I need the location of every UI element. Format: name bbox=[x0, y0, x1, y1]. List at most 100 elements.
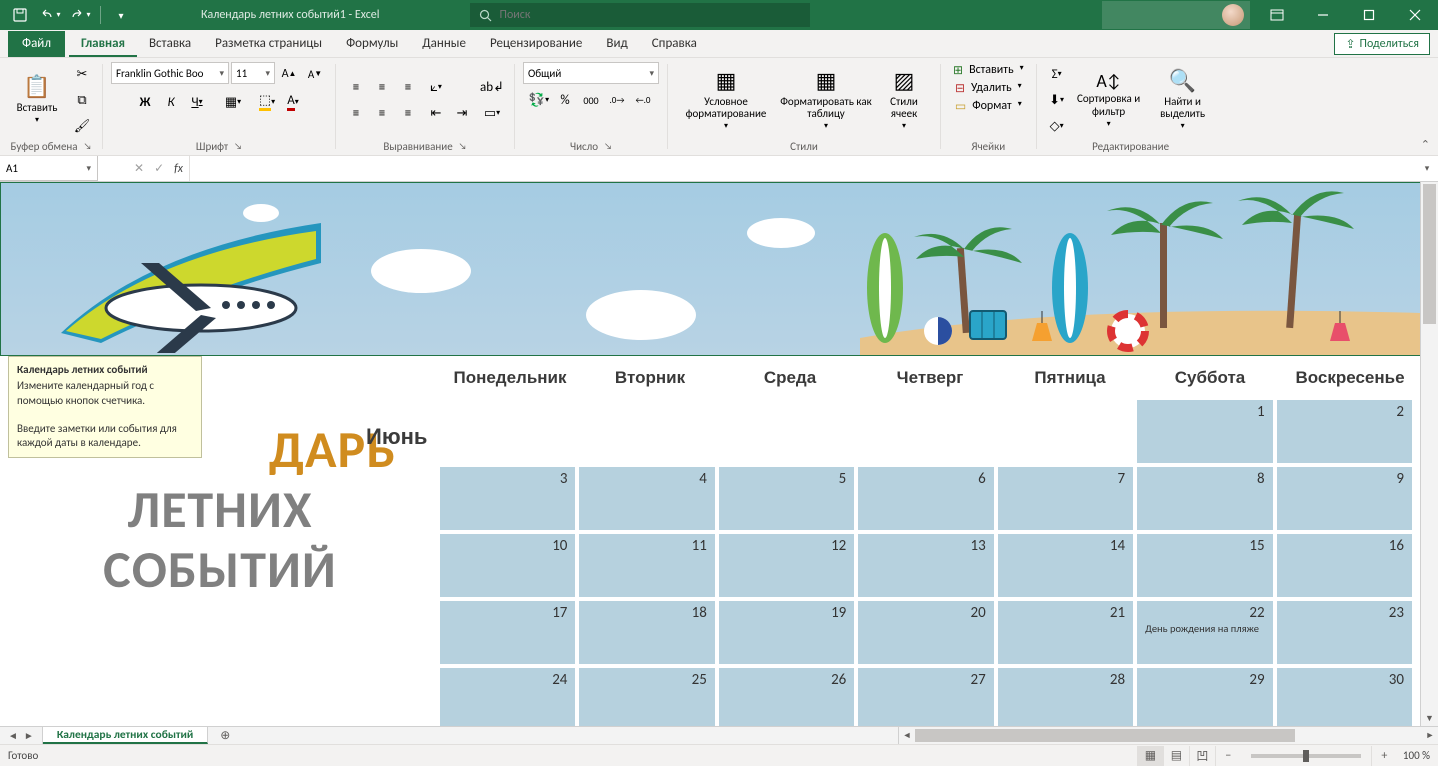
formula-input[interactable] bbox=[190, 156, 1416, 181]
tab-insert[interactable]: Вставка bbox=[137, 31, 203, 57]
find-select-button[interactable]: 🔍 Найти и выделить▾ bbox=[1149, 65, 1217, 135]
scroll-right-icon[interactable]: ► bbox=[1422, 727, 1438, 744]
comma-icon[interactable]: 000 bbox=[579, 88, 603, 112]
horizontal-scrollbar[interactable]: ◄ ► bbox=[898, 727, 1438, 744]
redo-icon[interactable]: ▾ bbox=[66, 2, 94, 28]
italic-icon[interactable]: К bbox=[159, 90, 183, 114]
font-name-combo[interactable]: Franklin Gothic Boo▾ bbox=[111, 62, 229, 84]
calendar-cell[interactable]: 6 bbox=[858, 467, 993, 530]
format-cells-button[interactable]: ▭Формат ▾ bbox=[951, 98, 1026, 115]
expand-formula-bar-icon[interactable]: ▾ bbox=[1416, 156, 1438, 181]
worksheet[interactable]: Календарь летних событий Измените календ… bbox=[0, 182, 1420, 726]
ribbon-display-options-icon[interactable] bbox=[1254, 0, 1300, 30]
page-layout-view-icon[interactable]: ▤ bbox=[1163, 746, 1189, 766]
font-color-icon[interactable]: A▾ bbox=[281, 90, 305, 114]
calendar-cell[interactable]: 18 bbox=[579, 601, 714, 664]
calendar-cell[interactable]: 4 bbox=[579, 467, 714, 530]
close-icon[interactable] bbox=[1392, 0, 1438, 30]
align-middle-icon[interactable]: ≡ bbox=[370, 75, 394, 99]
zoom-slider[interactable] bbox=[1251, 754, 1361, 758]
sheet-tab-active[interactable]: Календарь летних событий bbox=[43, 727, 209, 744]
new-sheet-icon[interactable]: ⊕ bbox=[208, 727, 242, 744]
page-break-view-icon[interactable]: 凹 bbox=[1189, 746, 1215, 766]
alignment-launcher-icon[interactable]: ↘ bbox=[459, 141, 467, 152]
collapse-ribbon-icon[interactable]: ⌃ bbox=[1421, 138, 1430, 151]
calendar-cell[interactable]: 19 bbox=[719, 601, 854, 664]
calendar-cell[interactable]: 15 bbox=[1137, 534, 1272, 597]
delete-cells-button[interactable]: ⊟Удалить ▾ bbox=[951, 80, 1026, 97]
copy-icon[interactable]: ⧉ bbox=[70, 88, 94, 112]
calendar-cell[interactable]: 22День рождения на пляже bbox=[1137, 601, 1272, 664]
font-size-combo[interactable]: 11▾ bbox=[231, 62, 275, 84]
undo-icon[interactable]: ▾ bbox=[36, 2, 64, 28]
fill-color-icon[interactable]: ⬚▾ bbox=[255, 90, 279, 114]
font-launcher-icon[interactable]: ↘ bbox=[234, 141, 242, 152]
calendar-cell[interactable]: 30 bbox=[1277, 668, 1412, 726]
decrease-font-icon[interactable]: A▼ bbox=[303, 62, 327, 86]
number-format-combo[interactable]: Общий▾ bbox=[523, 62, 659, 84]
align-left-icon[interactable]: ≡ bbox=[344, 101, 368, 125]
calendar-cell[interactable]: 1 bbox=[1137, 400, 1272, 463]
share-button[interactable]: ⇪Поделиться bbox=[1334, 33, 1430, 55]
normal-view-icon[interactable]: ▦ bbox=[1137, 746, 1163, 766]
autosum-icon[interactable]: Σ▾ bbox=[1045, 62, 1069, 86]
align-right-icon[interactable]: ≡ bbox=[396, 101, 420, 125]
paste-button[interactable]: 📋 Вставить ▾ bbox=[8, 65, 66, 135]
calendar-cell[interactable]: 20 bbox=[858, 601, 993, 664]
merge-cells-icon[interactable]: ▭▾ bbox=[478, 101, 506, 125]
borders-icon[interactable]: ▦▾ bbox=[221, 90, 245, 114]
tab-data[interactable]: Данные bbox=[410, 31, 478, 57]
underline-icon[interactable]: Ч▾ bbox=[185, 90, 209, 114]
format-painter-icon[interactable]: 🖌 bbox=[70, 114, 94, 138]
zoom-out-icon[interactable]: − bbox=[1215, 746, 1241, 766]
increase-font-icon[interactable]: A▲ bbox=[277, 62, 301, 86]
calendar-cell[interactable]: 5 bbox=[719, 467, 854, 530]
vertical-scrollbar[interactable]: ▲ ▼ bbox=[1420, 182, 1438, 726]
align-top-icon[interactable]: ≡ bbox=[344, 75, 368, 99]
zoom-level[interactable]: 100 % bbox=[1403, 749, 1430, 762]
calendar-cell[interactable]: 24 bbox=[440, 668, 575, 726]
customize-qat-icon[interactable]: ▾ bbox=[107, 2, 135, 28]
calendar-cell[interactable]: 28 bbox=[998, 668, 1133, 726]
number-launcher-icon[interactable]: ↘ bbox=[604, 141, 612, 152]
orientation-icon[interactable]: ⟀▾ bbox=[424, 75, 448, 99]
fx-icon[interactable]: fx bbox=[174, 162, 183, 176]
tab-review[interactable]: Рецензирование bbox=[478, 31, 594, 57]
save-icon[interactable] bbox=[6, 2, 34, 28]
calendar-cell[interactable]: 26 bbox=[719, 668, 854, 726]
clipboard-launcher-icon[interactable]: ↘ bbox=[84, 141, 92, 152]
calendar-cell[interactable]: 17 bbox=[440, 601, 575, 664]
tab-view[interactable]: Вид bbox=[594, 31, 639, 57]
fill-icon[interactable]: ⬇▾ bbox=[1045, 88, 1069, 112]
tab-page-layout[interactable]: Разметка страницы bbox=[203, 31, 334, 57]
calendar-cell[interactable]: 7 bbox=[998, 467, 1133, 530]
calendar-cell[interactable]: 29 bbox=[1137, 668, 1272, 726]
insert-cells-button[interactable]: ⊞Вставить ▾ bbox=[949, 62, 1028, 79]
clear-icon[interactable]: ◇▾ bbox=[1045, 114, 1069, 138]
scrollbar-thumb[interactable] bbox=[1423, 184, 1436, 324]
sheet-nav[interactable]: ◄► bbox=[0, 727, 43, 744]
calendar-cell[interactable]: 23 bbox=[1277, 601, 1412, 664]
scroll-down-icon[interactable]: ▼ bbox=[1421, 710, 1438, 726]
search-box[interactable] bbox=[470, 3, 810, 27]
calendar-cell[interactable]: 3 bbox=[440, 467, 575, 530]
tab-file[interactable]: Файл bbox=[8, 31, 65, 57]
maximize-icon[interactable] bbox=[1346, 0, 1392, 30]
sort-filter-button[interactable]: A↕ Сортировка и фильтр▾ bbox=[1073, 65, 1145, 135]
cancel-formula-icon[interactable]: ✕ bbox=[134, 161, 144, 176]
search-input[interactable] bbox=[500, 8, 801, 22]
cut-icon[interactable]: ✂ bbox=[70, 62, 94, 86]
calendar-cell[interactable]: 13 bbox=[858, 534, 993, 597]
increase-indent-icon[interactable]: ⇥ bbox=[450, 101, 474, 125]
decrease-decimal-icon[interactable]: ←.0 bbox=[631, 88, 655, 112]
decrease-indent-icon[interactable]: ⇤ bbox=[424, 101, 448, 125]
tab-formulas[interactable]: Формулы bbox=[334, 31, 410, 57]
calendar-cell[interactable]: 14 bbox=[998, 534, 1133, 597]
enter-formula-icon[interactable]: ✓ bbox=[154, 161, 164, 176]
calendar-body[interactable]: 12345678910111213141516171819202122День … bbox=[440, 400, 1420, 726]
calendar-cell[interactable]: 8 bbox=[1137, 467, 1272, 530]
wrap-text-icon[interactable]: ab↲ bbox=[478, 75, 506, 99]
bold-icon[interactable]: Ж bbox=[133, 90, 157, 114]
calendar-cell[interactable]: 11 bbox=[579, 534, 714, 597]
tab-help[interactable]: Справка bbox=[640, 31, 709, 57]
